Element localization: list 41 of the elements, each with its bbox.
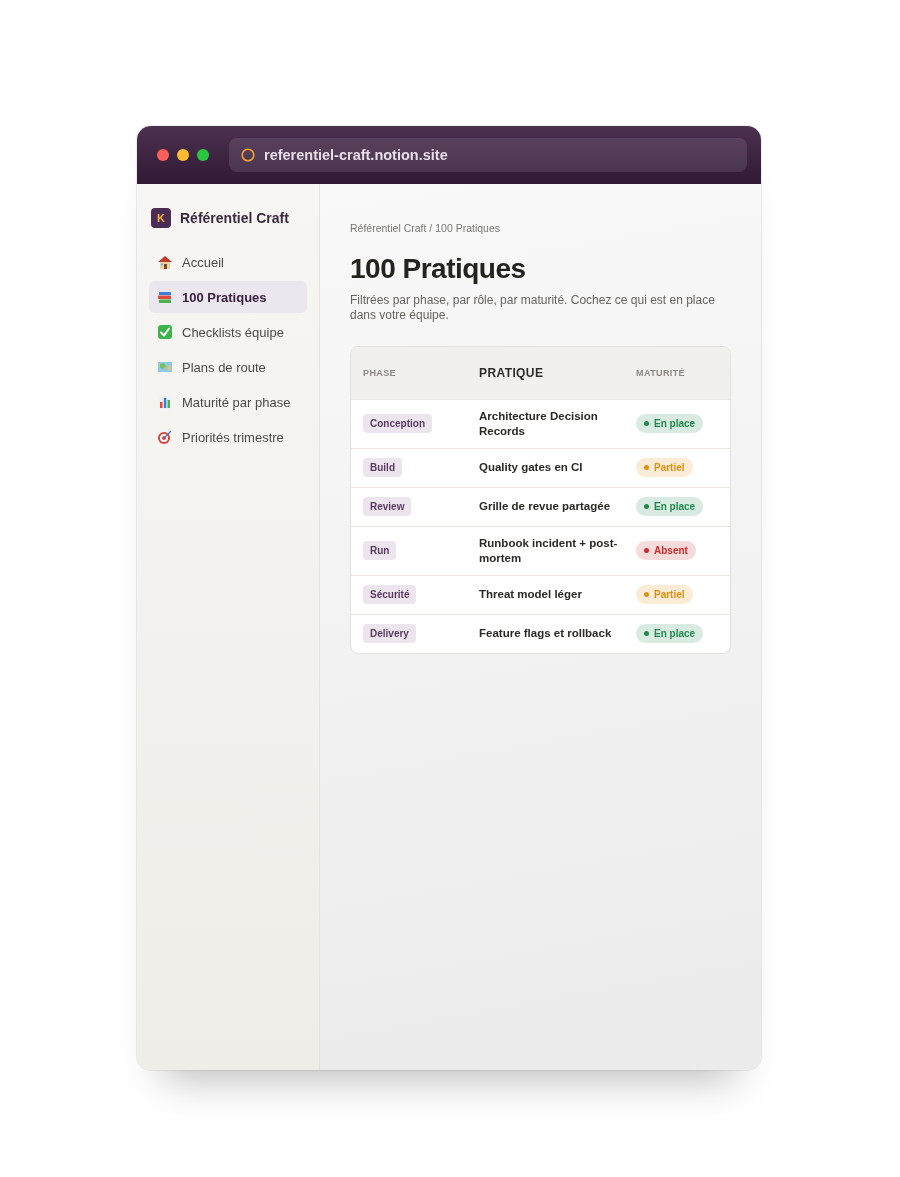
status-pill: En place bbox=[636, 414, 704, 434]
practice-name: Threat model léger bbox=[479, 587, 583, 603]
books-icon bbox=[157, 289, 173, 305]
practice-name: Quality gates en CI bbox=[479, 460, 584, 476]
practice-name: Grille de revue partagée bbox=[479, 499, 612, 515]
url-text: referentiel-craft.notion.site bbox=[264, 147, 448, 163]
column-header[interactable]: PRATIQUE bbox=[479, 366, 636, 380]
status-pill: Partiel bbox=[636, 585, 693, 605]
maximize-icon[interactable] bbox=[197, 149, 209, 161]
address-bar[interactable]: referentiel-craft.notion.site bbox=[229, 138, 747, 172]
phase-tag: Delivery bbox=[363, 624, 416, 644]
page-description: Filtrées par phase, par rôle, par maturité. Cochez ce qui est en place dans votre équipe. bbox=[350, 292, 716, 324]
logo-badge: K bbox=[151, 208, 171, 228]
close-icon[interactable] bbox=[157, 149, 169, 161]
target-icon bbox=[157, 429, 173, 445]
sidebar-item[interactable]: Maturité par phase bbox=[149, 386, 307, 418]
practice-name: Runbook incident + post-mortem bbox=[479, 535, 619, 566]
minimize-icon[interactable] bbox=[177, 149, 189, 161]
sidebar-item[interactable]: Accueil bbox=[149, 246, 307, 278]
phase-tag: Build bbox=[363, 458, 402, 478]
checkmark-icon bbox=[157, 324, 173, 340]
status-pill: Absent bbox=[636, 541, 696, 561]
sidebar-item[interactable]: Plans de route bbox=[149, 351, 307, 383]
practice-name: Architecture Decision Records bbox=[479, 409, 599, 439]
practice-name: Feature flags et rollback bbox=[479, 626, 613, 642]
house-icon bbox=[157, 254, 173, 270]
ring-icon bbox=[241, 148, 255, 162]
phase-tag: Conception bbox=[363, 414, 432, 434]
phase-tag: Review bbox=[363, 497, 412, 517]
status-pill: Partiel bbox=[636, 458, 693, 478]
breadcrumb[interactable]: Référentiel Craft / 100 Pratiques bbox=[350, 222, 731, 234]
sidebar-item[interactable]: 100 Pratiques bbox=[149, 281, 307, 313]
workspace-name: Référentiel Craft bbox=[180, 210, 289, 226]
sidebar-item[interactable]: Checklists équipe bbox=[149, 316, 307, 348]
page-title: 100 Pratiques bbox=[350, 254, 527, 285]
status-pill: En place bbox=[636, 624, 704, 644]
status-pill: En place bbox=[636, 497, 704, 517]
sidebar-item[interactable]: Priorités trimestre bbox=[149, 421, 307, 453]
phase-tag: Run bbox=[363, 541, 397, 561]
phase-tag: Sécurité bbox=[363, 585, 417, 605]
map-icon bbox=[157, 359, 173, 375]
